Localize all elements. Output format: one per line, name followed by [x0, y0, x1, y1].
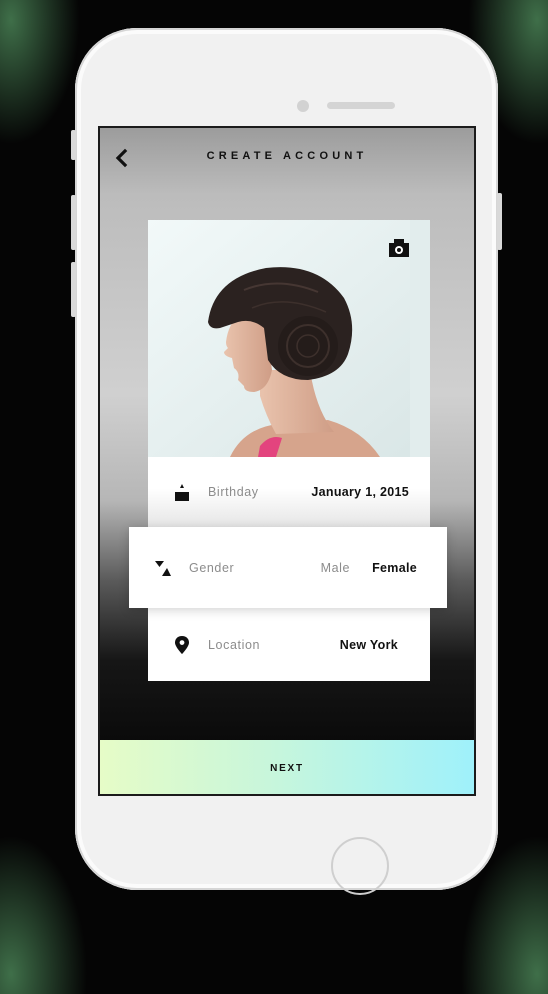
- birthday-label: Birthday: [208, 485, 259, 499]
- gender-icon: [155, 560, 171, 576]
- gender-row: Gender Male Female: [129, 527, 447, 608]
- location-pin-icon: [175, 635, 189, 654]
- location-row[interactable]: Location New York: [148, 608, 430, 681]
- next-button[interactable]: NEXT: [100, 740, 474, 794]
- cake-icon: [175, 484, 189, 501]
- volume-up-button: [71, 195, 76, 250]
- mute-switch: [71, 130, 76, 160]
- gender-label: Gender: [189, 560, 235, 575]
- earpiece-speaker: [327, 102, 395, 109]
- front-camera: [297, 100, 309, 112]
- birthday-row[interactable]: Birthday January 1, 2015: [148, 457, 430, 527]
- gender-option-female[interactable]: Female: [372, 561, 417, 575]
- page-title: CREATE ACCOUNT: [206, 150, 368, 162]
- location-value[interactable]: New York: [340, 638, 398, 652]
- location-label: Location: [208, 637, 261, 652]
- app-screen: CREATE ACCOUNT Birthday January 1, 2015 …: [98, 126, 476, 796]
- camera-icon[interactable]: [388, 238, 410, 258]
- power-button: [497, 193, 502, 250]
- gender-option-male[interactable]: Male: [321, 561, 351, 575]
- birthday-value[interactable]: January 1, 2015: [311, 485, 409, 499]
- home-button[interactable]: [331, 837, 389, 895]
- volume-down-button: [71, 262, 76, 317]
- profile-photo[interactable]: [148, 220, 430, 457]
